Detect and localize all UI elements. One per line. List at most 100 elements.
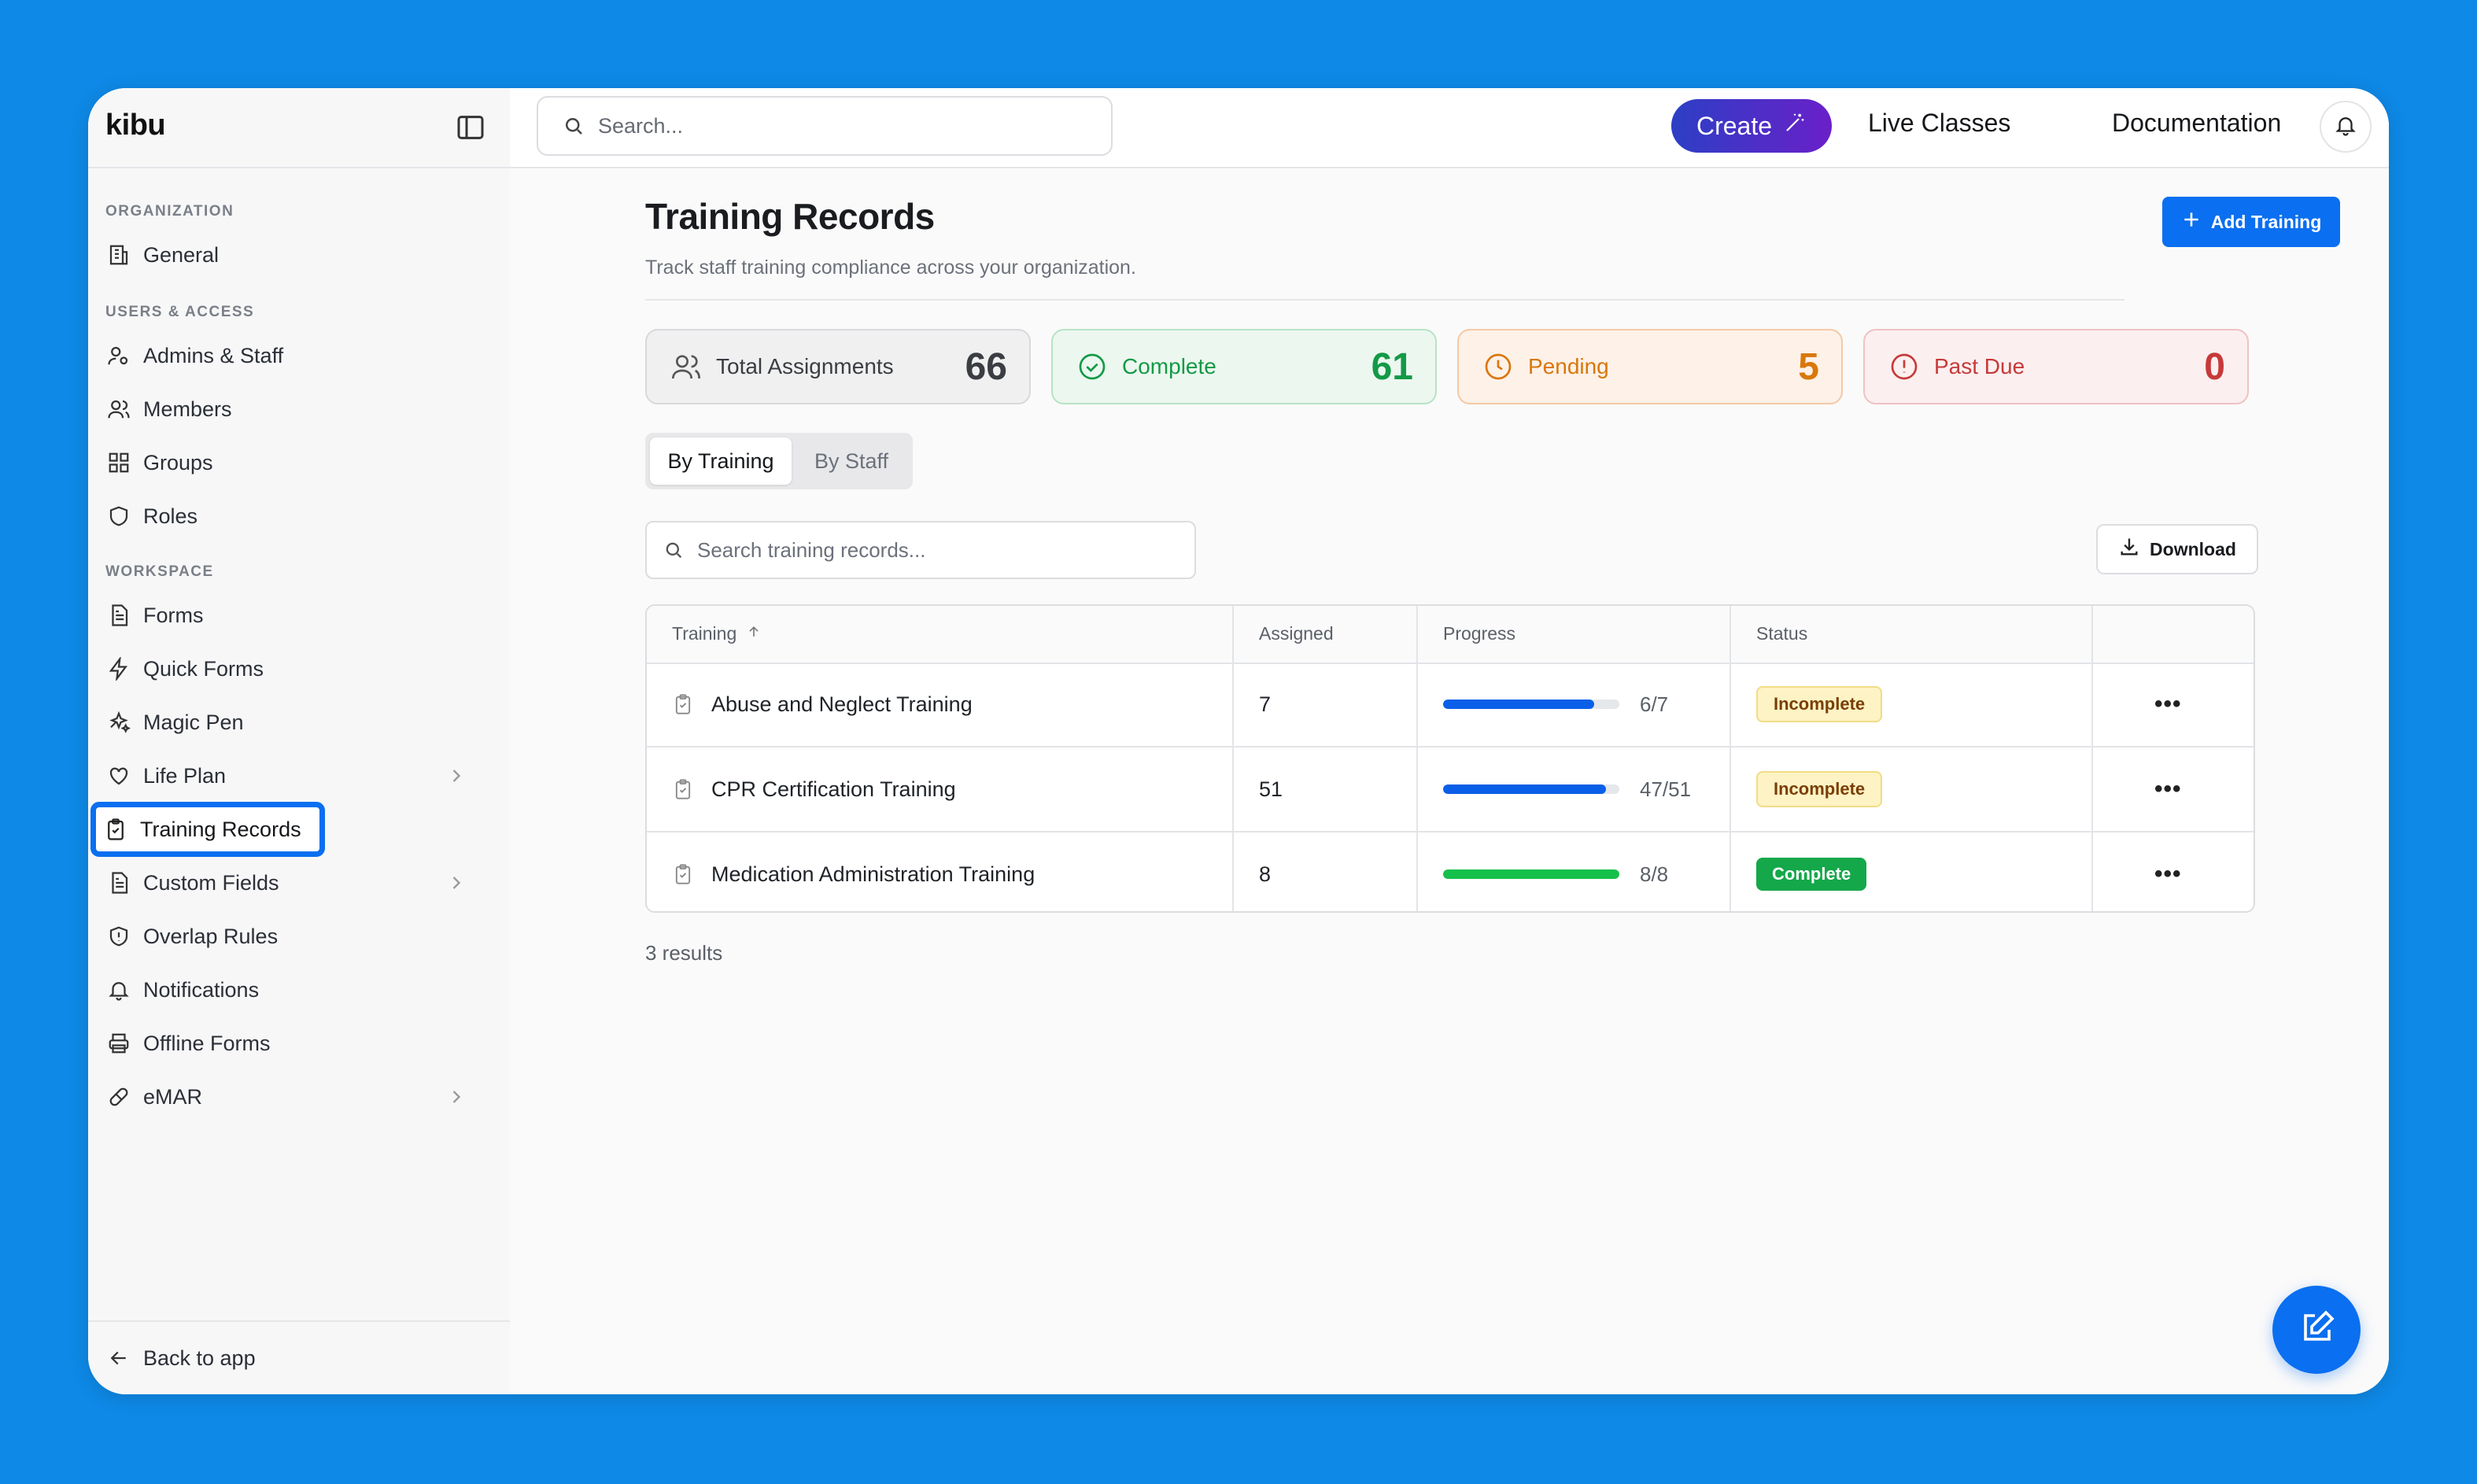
sidebar-item-label: Admins & Staff — [143, 343, 284, 367]
section-workspace: WORKSPACE — [105, 563, 214, 580]
stat-past-due: Past Due 0 — [1863, 329, 2249, 404]
divider — [645, 299, 2124, 301]
sidebar-item-label: Life Plan — [143, 763, 227, 788]
sidebar: kibu ORGANIZATION General USERS & ACCESS… — [88, 88, 511, 1394]
status-cell: Incomplete — [1756, 748, 1883, 831]
sidebar-item-quick-forms[interactable]: Quick Forms — [99, 647, 477, 691]
app-logo[interactable]: kibu — [105, 109, 166, 142]
top-bar: Create Live Classes Documentation — [510, 88, 2389, 168]
back-to-app-link[interactable]: Back to app — [99, 1336, 477, 1380]
download-button[interactable]: Download — [2096, 524, 2258, 574]
sidebar-toggle-icon[interactable] — [455, 112, 486, 143]
progress-text: 8/8 — [1640, 862, 1669, 886]
sidebar-item-label: Members — [143, 397, 232, 421]
stat-value: 5 — [1798, 345, 1819, 388]
view-tabs: By Training By Staff — [645, 433, 913, 489]
search-icon — [663, 539, 685, 561]
row-actions-button[interactable]: ••• — [2154, 832, 2182, 911]
progress-bar — [1443, 784, 1619, 794]
sidebar-item-notifications[interactable]: Notifications — [99, 968, 477, 1012]
row-actions-button[interactable]: ••• — [2154, 663, 2182, 746]
bell-icon — [2334, 113, 2357, 141]
global-search[interactable] — [537, 96, 1113, 156]
stat-value: 0 — [2204, 345, 2225, 388]
progress-fill — [1443, 869, 1619, 879]
download-label: Download — [2150, 538, 2236, 559]
download-icon — [2118, 536, 2140, 563]
sidebar-item-magic-pen[interactable]: Magic Pen — [99, 700, 477, 744]
progress-fill — [1443, 784, 1606, 794]
sparkles-icon — [105, 709, 132, 736]
alert-circle-icon — [1888, 351, 1920, 382]
sidebar-item-groups[interactable]: Groups — [99, 441, 477, 485]
sidebar-item-roles[interactable]: Roles — [99, 494, 477, 538]
header-status: Status — [1756, 623, 1808, 644]
training-search[interactable] — [645, 521, 1196, 579]
sidebar-item-custom-fields[interactable]: Custom Fields — [99, 861, 477, 905]
plus-icon — [2181, 209, 2202, 234]
grid-icon — [105, 449, 132, 476]
table-header: Training Assigned Progress Status — [647, 606, 2254, 664]
main-content: Training Records Track staff training co… — [510, 168, 2389, 1394]
tab-by-training[interactable]: By Training — [650, 437, 792, 485]
sidebar-item-forms[interactable]: Forms — [99, 593, 477, 637]
stat-label: Complete — [1122, 354, 1216, 378]
sidebar-item-general[interactable]: General — [99, 233, 477, 277]
status-cell: Complete — [1756, 832, 1867, 911]
global-search-input[interactable] — [596, 113, 1072, 139]
add-training-button[interactable]: Add Training — [2162, 197, 2340, 247]
training-name: Medication Administration Training — [711, 862, 1035, 886]
clipboard-icon — [672, 693, 694, 715]
page-subtitle: Track staff training compliance across y… — [645, 257, 1136, 279]
training-name: Abuse and Neglect Training — [711, 692, 973, 716]
stat-total-assignments: Total Assignments 66 — [645, 329, 1031, 404]
shield-alert-icon — [105, 923, 132, 950]
progress-cell: 6/7 — [1443, 663, 1668, 746]
sidebar-item-overlap-rules[interactable]: Overlap Rules — [99, 914, 477, 958]
back-to-app-label: Back to app — [143, 1346, 256, 1370]
chevron-right-icon — [445, 1086, 467, 1108]
sidebar-item-label: Training Records — [140, 817, 301, 841]
header-training[interactable]: Training — [672, 623, 762, 644]
user-gear-icon — [105, 342, 132, 369]
assigned-count: 7 — [1259, 692, 1272, 716]
sidebar-item-label: eMAR — [143, 1084, 203, 1109]
add-training-label: Add Training — [2210, 211, 2322, 232]
sidebar-item-life-plan[interactable]: Life Plan — [99, 754, 477, 798]
sidebar-item-members[interactable]: Members — [99, 387, 477, 431]
notifications-button[interactable] — [2320, 101, 2372, 153]
chevron-right-icon — [445, 872, 467, 894]
compose-fab-button[interactable] — [2272, 1286, 2361, 1374]
progress-bar — [1443, 869, 1619, 879]
sidebar-item-label: Magic Pen — [143, 710, 244, 734]
clock-icon — [1482, 351, 1514, 382]
sidebar-item-label: Offline Forms — [143, 1031, 271, 1055]
edit-icon — [2298, 1309, 2335, 1351]
file-text-icon — [105, 869, 132, 896]
sidebar-item-offline-forms[interactable]: Offline Forms — [99, 1021, 477, 1065]
progress-text: 6/7 — [1640, 692, 1669, 716]
training-search-input[interactable] — [696, 537, 1171, 563]
live-classes-link[interactable]: Live Classes — [1868, 109, 2010, 138]
users-icon — [105, 396, 132, 423]
create-button[interactable]: Create — [1671, 99, 1832, 153]
header-progress: Progress — [1443, 623, 1516, 644]
table-row[interactable]: CPR Certification Training 51 47/51 Inco… — [647, 748, 2254, 832]
sort-arrow-up-icon — [746, 623, 762, 644]
app-window: kibu ORGANIZATION General USERS & ACCESS… — [88, 88, 2389, 1394]
table-row[interactable]: Medication Administration Training 8 8/8… — [647, 832, 2254, 911]
bell-icon — [105, 976, 132, 1003]
section-users-access: USERS & ACCESS — [105, 304, 255, 320]
sidebar-item-emar[interactable]: eMAR — [99, 1075, 477, 1119]
tab-by-staff[interactable]: By Staff — [795, 437, 908, 485]
sidebar-item-training-records[interactable]: Training Records — [90, 802, 325, 857]
building-icon — [105, 242, 132, 268]
sidebar-item-label: Groups — [143, 450, 213, 474]
clipboard-check-icon — [102, 816, 129, 843]
row-actions-button[interactable]: ••• — [2154, 748, 2182, 831]
sidebar-item-admins-staff[interactable]: Admins & Staff — [99, 334, 477, 378]
table-row[interactable]: Abuse and Neglect Training 7 6/7 Incompl… — [647, 663, 2254, 748]
clipboard-icon — [672, 863, 694, 885]
documentation-link[interactable]: Documentation — [2112, 109, 2281, 138]
heart-icon — [105, 762, 132, 789]
